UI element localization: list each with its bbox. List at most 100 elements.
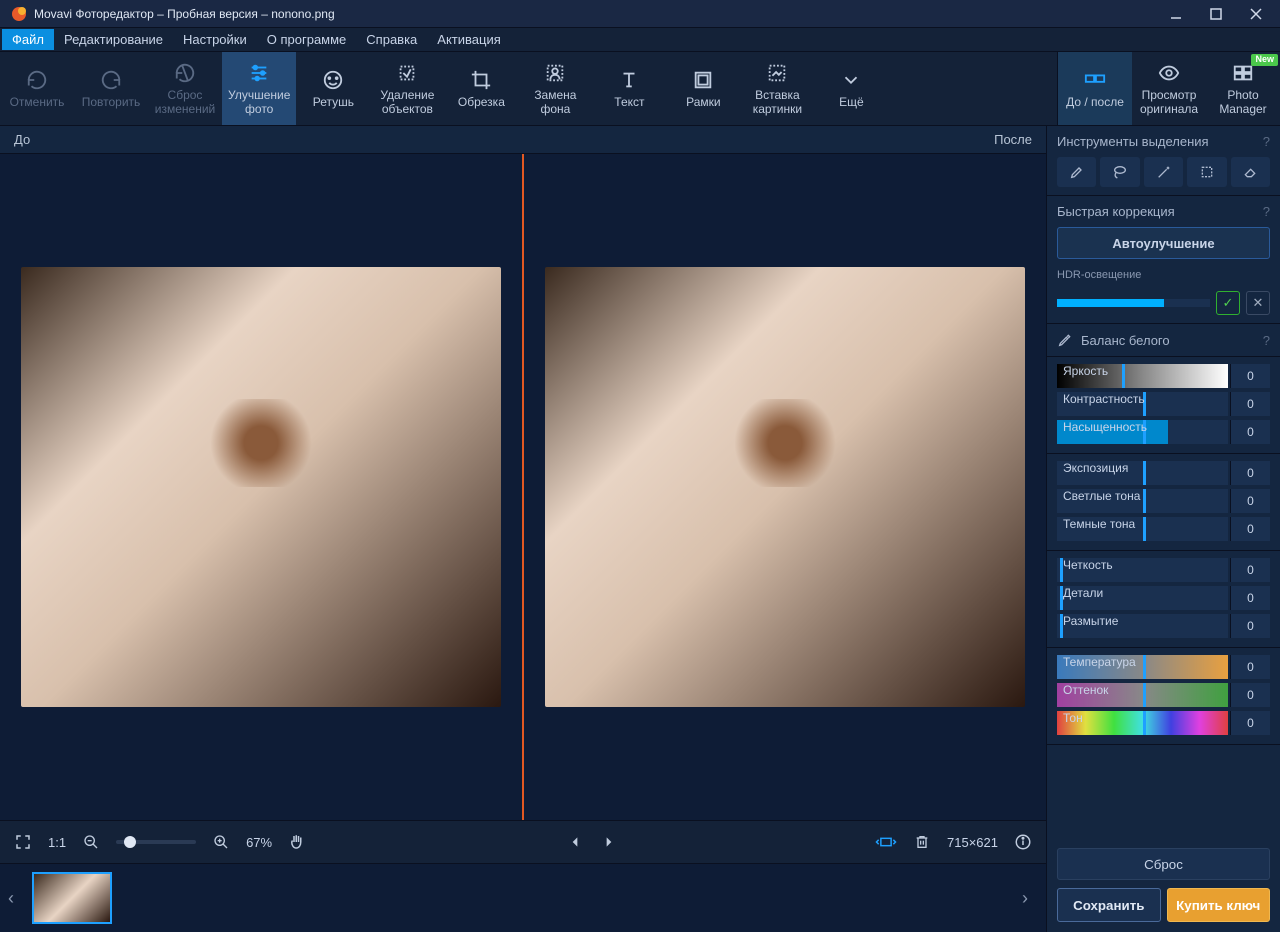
more-button[interactable]: Ещё bbox=[814, 52, 888, 125]
menu-help[interactable]: Справка bbox=[356, 29, 427, 50]
hue-slider[interactable]: Тон0 bbox=[1057, 710, 1270, 736]
after-pane bbox=[524, 154, 1046, 820]
image-dimensions: 715×621 bbox=[947, 835, 998, 850]
thumbnail-strip: ‹ › bbox=[0, 864, 1046, 932]
zoom-in-button[interactable] bbox=[210, 831, 232, 853]
contrast-slider[interactable]: Контрастность0 bbox=[1057, 391, 1270, 417]
reset-icon bbox=[173, 61, 197, 85]
after-photo bbox=[545, 267, 1025, 707]
maximize-button[interactable] bbox=[1196, 0, 1236, 28]
replace-bg-button[interactable]: Замена фона bbox=[518, 52, 592, 125]
view-original-button[interactable]: Просмотр оригинала bbox=[1132, 52, 1206, 125]
help-icon[interactable]: ? bbox=[1263, 204, 1270, 219]
hdr-label: HDR-освещение bbox=[1057, 269, 1270, 281]
menu-activation[interactable]: Активация bbox=[427, 29, 510, 50]
after-label: После bbox=[994, 132, 1032, 147]
brush-tool[interactable] bbox=[1057, 157, 1096, 187]
compare-view[interactable] bbox=[0, 154, 1046, 820]
save-button[interactable]: Сохранить bbox=[1057, 888, 1161, 922]
compare-icon bbox=[1083, 68, 1107, 92]
right-panel: Инструменты выделения ? Быстрая коррекци… bbox=[1046, 126, 1280, 932]
zoom-slider[interactable] bbox=[116, 840, 196, 844]
white-balance-title: Баланс белого bbox=[1081, 333, 1170, 348]
delete-button[interactable] bbox=[911, 831, 933, 853]
menu-settings[interactable]: Настройки bbox=[173, 29, 257, 50]
hdr-slider[interactable] bbox=[1057, 299, 1210, 307]
buy-button[interactable]: Купить ключ bbox=[1167, 888, 1271, 922]
menu-file[interactable]: Файл bbox=[2, 29, 54, 50]
saturation-slider[interactable]: Насыщенность0 bbox=[1057, 419, 1270, 445]
app-icon bbox=[10, 5, 28, 23]
eraser-tool[interactable] bbox=[1231, 157, 1270, 187]
insert-image-button[interactable]: Вставка картинки bbox=[740, 52, 814, 125]
scale-11-button[interactable]: 1:1 bbox=[48, 835, 66, 850]
undo-icon bbox=[25, 68, 49, 92]
strip-prev-button[interactable]: ‹ bbox=[8, 888, 24, 909]
text-button[interactable]: Текст bbox=[592, 52, 666, 125]
help-icon[interactable]: ? bbox=[1263, 134, 1270, 149]
lasso-tool[interactable] bbox=[1100, 157, 1139, 187]
sharpness-slider[interactable]: Четкость0 bbox=[1057, 557, 1270, 583]
fullscreen-button[interactable] bbox=[12, 831, 34, 853]
before-pane bbox=[0, 154, 522, 820]
eyedropper-icon[interactable] bbox=[1057, 332, 1073, 348]
frame-icon bbox=[691, 68, 715, 92]
exposure-slider[interactable]: Экспозиция0 bbox=[1057, 460, 1270, 486]
compare-header: До После bbox=[0, 126, 1046, 154]
shadows-slider[interactable]: Темные тона0 bbox=[1057, 516, 1270, 542]
hdr-cancel-button[interactable]: ✕ bbox=[1246, 291, 1270, 315]
thumbnail[interactable] bbox=[32, 872, 112, 924]
sliders-icon bbox=[247, 61, 271, 85]
menu-edit[interactable]: Редактирование bbox=[54, 29, 173, 50]
info-button[interactable] bbox=[1012, 831, 1034, 853]
zoom-value: 67% bbox=[246, 835, 272, 850]
pan-button[interactable] bbox=[286, 831, 308, 853]
window-controls bbox=[1156, 0, 1276, 28]
zoom-out-button[interactable] bbox=[80, 831, 102, 853]
window-title: Movavi Фоторедактор – Пробная версия – n… bbox=[34, 7, 1156, 21]
temperature-slider[interactable]: Температура0 bbox=[1057, 654, 1270, 680]
fit-button[interactable] bbox=[875, 831, 897, 853]
titlebar: Movavi Фоторедактор – Пробная версия – n… bbox=[0, 0, 1280, 28]
undo-button[interactable]: Отменить bbox=[0, 52, 74, 125]
crop-button[interactable]: Обрезка bbox=[444, 52, 518, 125]
reset-button[interactable]: Сброс bbox=[1057, 848, 1270, 880]
chevron-down-icon bbox=[839, 68, 863, 92]
tint-slider[interactable]: Оттенок0 bbox=[1057, 682, 1270, 708]
highlights-slider[interactable]: Светлые тона0 bbox=[1057, 488, 1270, 514]
menubar: Файл Редактирование Настройки О программ… bbox=[0, 28, 1280, 52]
toolbar: Отменить Повторить Сброс изменений Улучш… bbox=[0, 52, 1280, 126]
minimize-button[interactable] bbox=[1156, 0, 1196, 28]
canvas-area: До После 1:1 67% 715×621 bbox=[0, 126, 1046, 932]
redo-icon bbox=[99, 68, 123, 92]
magic-wand-tool[interactable] bbox=[1144, 157, 1183, 187]
enhance-button[interactable]: Улучшение фото bbox=[222, 52, 296, 125]
details-slider[interactable]: Детали0 bbox=[1057, 585, 1270, 611]
menu-about[interactable]: О программе bbox=[257, 29, 357, 50]
remove-objects-button[interactable]: Удаление объектов bbox=[370, 52, 444, 125]
auto-enhance-button[interactable]: Автоулучшение bbox=[1057, 227, 1270, 259]
new-badge: New bbox=[1251, 54, 1278, 66]
frames-button[interactable]: Рамки bbox=[666, 52, 740, 125]
prev-button[interactable] bbox=[564, 831, 586, 853]
before-after-button[interactable]: До / после bbox=[1058, 52, 1132, 125]
brightness-slider[interactable]: Яркость0 bbox=[1057, 363, 1270, 389]
photo-manager-button[interactable]: New Photo Manager bbox=[1206, 52, 1280, 125]
bottom-bar: 1:1 67% 715×621 bbox=[0, 820, 1046, 864]
crop-icon bbox=[469, 68, 493, 92]
hdr-apply-button[interactable]: ✓ bbox=[1216, 291, 1240, 315]
help-icon[interactable]: ? bbox=[1263, 333, 1270, 348]
selection-tools-title: Инструменты выделения bbox=[1057, 134, 1209, 149]
close-button[interactable] bbox=[1236, 0, 1276, 28]
eye-icon bbox=[1157, 61, 1181, 85]
before-label: До bbox=[14, 132, 30, 147]
next-button[interactable] bbox=[598, 831, 620, 853]
redo-button[interactable]: Повторить bbox=[74, 52, 148, 125]
retouch-button[interactable]: Ретушь bbox=[296, 52, 370, 125]
quick-correction-title: Быстрая коррекция bbox=[1057, 204, 1175, 219]
before-photo bbox=[21, 267, 501, 707]
blur-slider[interactable]: Размытие0 bbox=[1057, 613, 1270, 639]
marquee-tool[interactable] bbox=[1187, 157, 1226, 187]
reset-changes-button[interactable]: Сброс изменений bbox=[148, 52, 222, 125]
strip-next-button[interactable]: › bbox=[1022, 888, 1038, 909]
